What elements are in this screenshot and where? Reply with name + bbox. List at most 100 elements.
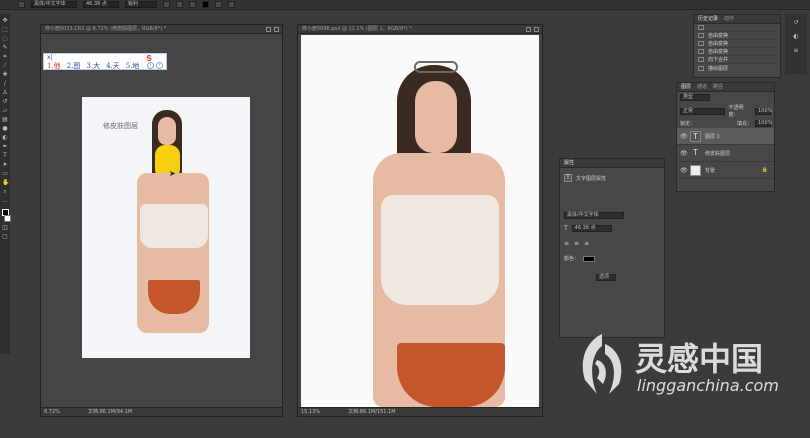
font-family-select[interactable]: 黑体/中文字体 [31,1,77,8]
watermark-text-en: lingganchina.com [637,376,779,395]
quick-select-tool-icon[interactable]: ✎ [2,45,8,51]
zoom-tool-icon[interactable]: ⌕ [2,189,8,195]
char-font-select[interactable]: 黑体/中文字体 [564,212,624,219]
adjustments-panel-icon[interactable]: ◐ [793,34,799,40]
opacity-input[interactable]: 100% [755,107,772,115]
history-item[interactable]: 自由变换 [694,32,780,40]
history-item[interactable]: 自由变换 [694,40,780,48]
move-tool-icon[interactable]: ✥ [2,18,8,24]
zoom-level[interactable]: 8.72% [44,408,60,416]
doc-info[interactable]: 文档:86.1M/94.1M [88,408,132,416]
options-button[interactable]: 选项 [596,274,616,281]
brush-tool-icon[interactable]: ∕ [2,81,8,87]
options-bar: 黑体/中文字体 46.38 点 锐利 [0,0,810,10]
tool-preset-icon[interactable] [18,1,25,8]
visibility-eye-icon[interactable]: 👁 [680,167,688,174]
blend-row: 正常 不透明度： 100% [677,103,774,119]
quick-mask-icon[interactable]: ◫ [2,225,8,231]
screen-mode-icon[interactable]: ▢ [2,234,8,240]
visibility-eye-icon[interactable]: 👁 [680,133,688,140]
background-color-swatch[interactable] [3,215,11,222]
layer-row[interactable]: 👁 背景 🔒 [677,162,774,179]
layer-row[interactable]: 👁 T 修皮肤图层 [677,145,774,162]
font-size-select[interactable]: 46.38 点 [83,1,119,8]
text-layer-thumb: T [693,147,698,157]
tab-actions[interactable]: 动作 [724,15,734,23]
history-brush-tool-icon[interactable]: ↺ [2,99,8,105]
lock-icon: 🔒 [761,167,768,173]
history-panel-icon[interactable]: ↺ [793,20,799,26]
antialias-select[interactable]: 锐利 [125,1,157,8]
lasso-tool-icon[interactable]: ◌ [2,36,8,42]
character-panel-icon[interactable] [228,1,235,8]
properties-panel-icon[interactable]: ≡ [793,48,799,54]
fill-input[interactable]: 100% [755,120,772,127]
properties-panel: 属性 T 文字图层属性 黑体/中文字体 T 46.38 点 ≡ ≡ ≡ 颜色： … [559,158,665,338]
ime-candidate[interactable]: 3.大 [86,61,100,71]
dodge-tool-icon[interactable]: ◐ [2,135,8,141]
history-state-icon [698,41,704,46]
tab-history[interactable]: 历史记录 [698,15,718,23]
ime-next-icon[interactable]: › [156,62,163,69]
watermark-logo-icon [582,334,622,394]
tab-channels[interactable]: 通道 [697,83,707,91]
zoom-level[interactable]: 15.13% [301,408,320,416]
visibility-eye-icon[interactable]: 👁 [680,150,688,157]
more-tools-icon[interactable]: … [2,198,8,204]
ime-candidate[interactable]: 2.图 [67,61,81,71]
marquee-tool-icon[interactable]: ⬚ [2,27,8,33]
tab-paths[interactable]: 路径 [713,83,723,91]
canvas-left[interactable]: 修皮肤图层 ➤ [82,97,250,358]
history-tabs: 历史记录 动作 [694,15,780,24]
minimize-icon[interactable] [526,27,531,32]
status-bar-left: 8.72% 文档:86.1M/94.1M [41,407,282,416]
align-right-icon[interactable]: ≡ [584,240,589,247]
ime-candidate[interactable]: 5.地 [126,61,140,71]
tab-properties[interactable]: 属性 [564,159,574,167]
document-tab-left[interactable]: 修小册5023.CR2 @ 8.72% (修皮肤图层，RGB/8*) * [41,25,282,34]
crop-tool-icon[interactable]: ⌗ [2,54,8,60]
shape-tool-icon[interactable]: ▭ [2,171,8,177]
document-tab-right[interactable]: 修小册5006.psd @ 11.1% (图层 1，RGB/8*) * [298,25,542,34]
stamp-tool-icon[interactable]: ♙ [2,90,8,96]
ime-candidate[interactable]: 4.天 [106,61,120,71]
tab-layers[interactable]: 图层 [681,83,691,91]
minimize-icon[interactable] [266,27,271,32]
align-left-icon[interactable]: ≡ [564,240,569,247]
layer-row[interactable]: 👁 T 图层 1 [677,128,774,145]
blur-tool-icon[interactable]: ● [2,126,8,132]
gradient-tool-icon[interactable]: ▤ [2,117,8,123]
history-item[interactable]: 自由变换 [694,48,780,56]
doc-info[interactable]: 文档:86.1M/151.1M [348,408,395,416]
close-icon[interactable] [534,27,539,32]
close-icon[interactable] [274,27,279,32]
color-row: 颜色： [560,252,664,265]
pen-tool-icon[interactable]: ✒ [2,144,8,150]
align-center-icon[interactable] [176,1,183,8]
healing-tool-icon[interactable]: ✚ [2,72,8,78]
hand-tool-icon[interactable]: ✋ [2,180,9,186]
warp-text-icon[interactable] [215,1,222,8]
text-color-swatch[interactable] [202,1,209,8]
blend-mode-select[interactable]: 正常 [680,107,726,115]
layer-filter-select[interactable]: 类型 [680,94,710,101]
ime-nav: ‹ › [147,62,163,69]
type-tool-icon[interactable]: T [2,153,8,159]
eyedropper-tool-icon[interactable]: ⁄ [2,63,8,69]
ime-prev-icon[interactable]: ‹ [147,62,154,69]
align-left-icon[interactable] [163,1,170,8]
canvas-right[interactable] [301,35,539,407]
history-item[interactable]: 描绘图层 [694,64,780,72]
eraser-tool-icon[interactable]: ▱ [2,108,8,114]
history-item[interactable] [694,24,780,32]
align-right-icon[interactable] [189,1,196,8]
text-color-swatch[interactable] [583,255,596,262]
char-size-input[interactable]: 46.38 点 [571,225,612,232]
layers-tabs: 图层 通道 路径 [677,83,774,92]
path-select-tool-icon[interactable]: ➤ [2,162,8,168]
ime-candidate[interactable]: 1.他 [47,61,61,71]
history-item[interactable]: 向下合并 [694,56,780,64]
ime-candidates: 1.他 2.图 3.大 4.天 5.地 [47,61,139,71]
text-layer-thumb: T [690,130,701,142]
align-center-icon[interactable]: ≡ [574,240,579,247]
